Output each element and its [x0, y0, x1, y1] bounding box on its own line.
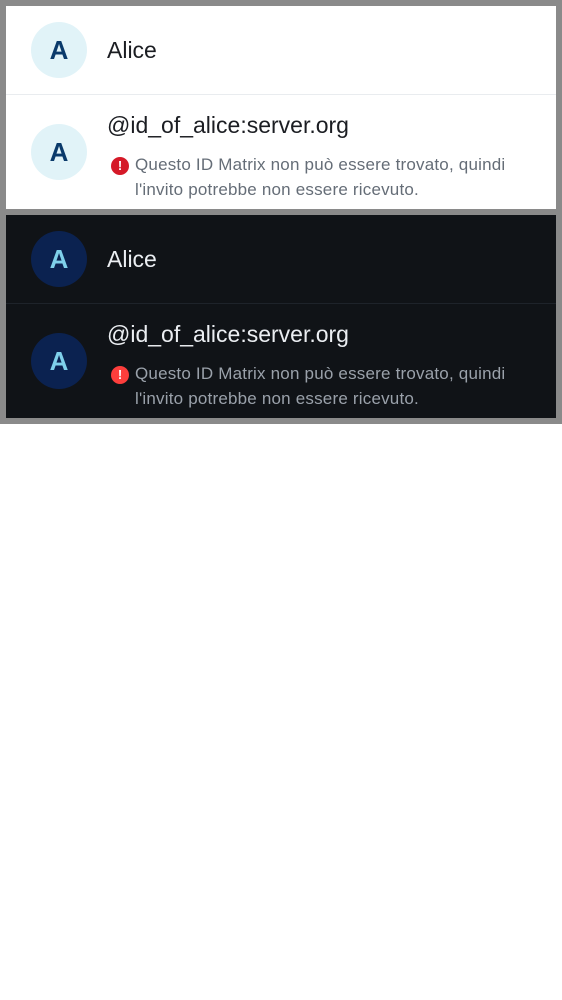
display-name: Alice: [107, 246, 157, 272]
avatar: A: [31, 333, 87, 389]
error-icon: !: [111, 366, 129, 384]
light-theme-panel: A Alice A @id_of_alice:server.org ! Ques…: [6, 6, 556, 209]
dark-theme-panel: A Alice A @id_of_alice:server.org ! Ques…: [6, 215, 556, 418]
user-row[interactable]: A Alice: [6, 215, 556, 303]
error-icon: !: [111, 157, 129, 175]
preview-frame: A Alice A @id_of_alice:server.org ! Ques…: [0, 0, 562, 424]
warning-text: Questo ID Matrix non può essere trovato,…: [135, 364, 506, 408]
avatar: A: [31, 231, 87, 287]
matrix-id: @id_of_alice:server.org: [107, 321, 349, 347]
invite-row[interactable]: A @id_of_alice:server.org ! Questo ID Ma…: [6, 95, 556, 209]
user-row[interactable]: A Alice: [6, 6, 556, 94]
avatar: A: [31, 124, 87, 180]
display-name: Alice: [107, 37, 157, 63]
invite-row[interactable]: A @id_of_alice:server.org ! Questo ID Ma…: [6, 304, 556, 418]
warning-text: Questo ID Matrix non può essere trovato,…: [135, 155, 506, 199]
matrix-id: @id_of_alice:server.org: [107, 112, 349, 138]
avatar: A: [31, 22, 87, 78]
